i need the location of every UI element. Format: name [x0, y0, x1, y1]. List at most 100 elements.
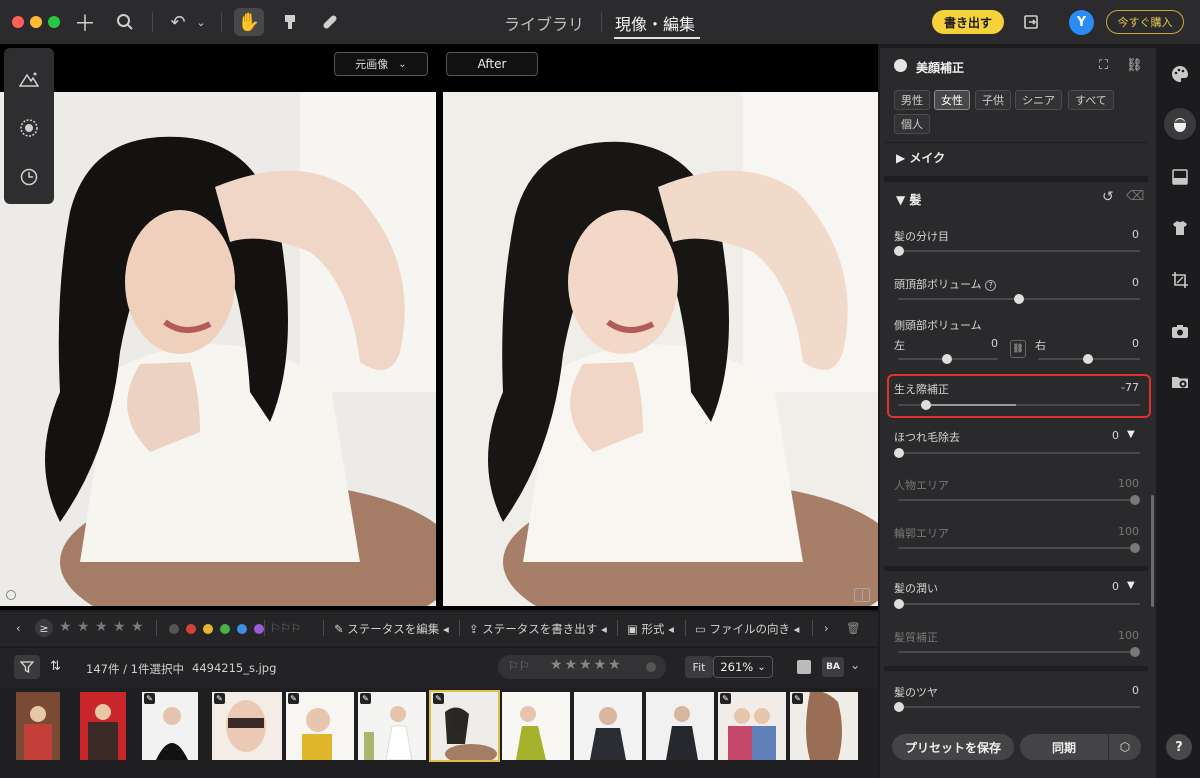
rating-operator[interactable]: ≥	[35, 619, 53, 637]
thumbnail[interactable]: ✎	[142, 692, 198, 760]
crop-icon[interactable]	[1167, 267, 1193, 293]
thumbnail[interactable]: ✎	[718, 692, 786, 760]
side-volume-right-slider[interactable]	[1038, 354, 1140, 364]
color-label-yellow[interactable]	[203, 624, 213, 634]
star-icon[interactable]: ★	[113, 619, 126, 635]
sync-button[interactable]: 同期	[1020, 734, 1108, 760]
window-zoom-button[interactable]	[48, 16, 60, 28]
gender-tab-all[interactable]: すべて	[1068, 90, 1114, 110]
zoom-select[interactable]: 261% ⌄	[713, 656, 773, 678]
thumbnail[interactable]	[646, 692, 714, 760]
slider-knob[interactable]	[921, 400, 931, 410]
export-button[interactable]: 書き出す	[932, 10, 1004, 34]
hairline-slider[interactable]	[898, 400, 1140, 410]
landscape-icon[interactable]	[17, 67, 41, 91]
help-icon[interactable]: ?	[985, 280, 997, 291]
save-preset-button[interactable]: プリセットを保存	[892, 734, 1014, 760]
gender-tab-male[interactable]: 男性	[894, 90, 930, 110]
thumbnail[interactable]	[574, 692, 642, 760]
gender-tab-senior[interactable]: シニア	[1015, 90, 1062, 110]
hair-part-slider[interactable]	[894, 246, 1140, 256]
link-sides-icon[interactable]: ⛓	[1010, 340, 1026, 358]
thumbnail[interactable]: ✎	[358, 692, 426, 760]
caret-down-icon[interactable]: ▼	[1127, 580, 1135, 591]
chevron-down-icon[interactable]: ⌄	[193, 10, 209, 34]
gear-icon[interactable]: ⬡	[1109, 734, 1141, 760]
filter-icon[interactable]	[14, 655, 40, 679]
format-button[interactable]: ▣ 形式 ◂	[627, 621, 674, 637]
star-icon[interactable]: ★	[131, 619, 144, 635]
slider-knob[interactable]	[1083, 354, 1093, 364]
tab-develop[interactable]: 現像・編集	[615, 11, 695, 35]
photo-color-label[interactable]	[646, 662, 656, 672]
slider-knob[interactable]	[1014, 294, 1024, 304]
person-area-slider[interactable]	[898, 495, 1140, 505]
outline-area-slider[interactable]	[898, 543, 1140, 553]
slider-knob[interactable]	[942, 354, 952, 364]
color-label-purple[interactable]	[254, 624, 264, 634]
star-icon[interactable]: ★	[95, 619, 108, 635]
color-label-blue[interactable]	[237, 624, 247, 634]
window-close-button[interactable]	[12, 16, 24, 28]
slider-knob[interactable]	[894, 448, 904, 458]
gender-tab-female[interactable]: 女性	[934, 90, 970, 110]
add-icon[interactable]: ＋	[73, 10, 97, 37]
shine-slider[interactable]	[894, 702, 1140, 712]
color-label-none[interactable]	[169, 624, 179, 634]
history-icon[interactable]	[17, 165, 41, 189]
healing-icon[interactable]	[318, 10, 342, 34]
star-icon[interactable]: ★	[77, 619, 90, 635]
texture-slider[interactable]	[898, 647, 1140, 657]
chevron-down-icon[interactable]: ⌄	[850, 658, 860, 672]
brush-icon[interactable]	[278, 10, 302, 34]
face-detect-icon[interactable]: ⛶	[1099, 58, 1108, 73]
before-after-toggle[interactable]: BA	[822, 657, 844, 677]
panel-scrollbar[interactable]	[1151, 495, 1154, 607]
gender-tab-child[interactable]: 子供	[975, 90, 1011, 110]
thumbnail[interactable]: ✎	[286, 692, 354, 760]
window-minimize-button[interactable]	[30, 16, 42, 28]
flag-icons[interactable]: ⚐⚐	[508, 659, 530, 673]
hair-section-header[interactable]: ▼ 髪	[896, 191, 921, 208]
side-volume-left-slider[interactable]	[898, 354, 998, 364]
chevron-right-icon[interactable]: ›	[824, 621, 829, 635]
flyaway-slider[interactable]	[894, 448, 1140, 458]
sort-icon[interactable]: ⇅	[50, 659, 61, 674]
photo-stars[interactable]: ★★★★★	[550, 657, 623, 673]
moisture-slider[interactable]	[894, 599, 1140, 609]
trash-icon[interactable]: 🗑	[846, 621, 861, 635]
folder-eye-icon[interactable]	[1167, 369, 1193, 395]
sidebar-toggle-icon[interactable]	[1020, 10, 1044, 34]
color-label-green[interactable]	[220, 624, 230, 634]
fit-button[interactable]: Fit	[685, 656, 713, 678]
export-status-button[interactable]: ⇪ ステータスを書き出す ◂	[469, 621, 607, 637]
single-view-icon[interactable]	[797, 660, 811, 674]
info-icon[interactable]	[6, 590, 16, 600]
gender-tab-individual[interactable]: 個人	[894, 114, 930, 134]
star-icon[interactable]: ★	[59, 619, 72, 635]
avatar[interactable]: Y	[1069, 10, 1094, 35]
shirt-icon[interactable]	[1167, 215, 1193, 241]
orientation-button[interactable]: ▭ ファイルの向き ◂	[695, 621, 799, 637]
thumbnail[interactable]	[502, 692, 570, 760]
tab-library[interactable]: ライブラリ	[504, 11, 584, 35]
thumbnail[interactable]: ✎	[212, 692, 282, 760]
before-view-select[interactable]: 元画像 ⌄	[334, 52, 428, 76]
slider-knob[interactable]	[894, 246, 904, 256]
crown-volume-slider[interactable]	[898, 294, 1140, 304]
slider-knob[interactable]	[1130, 495, 1140, 505]
makeup-section-header[interactable]: ▶ メイク	[896, 149, 945, 166]
color-label-red[interactable]	[186, 624, 196, 634]
reset-icon[interactable]: ↺	[1102, 189, 1114, 205]
link-icon[interactable]: ⛓	[1126, 58, 1143, 73]
slider-knob[interactable]	[1130, 543, 1140, 553]
edit-status-button[interactable]: ✎ ステータスを編集 ◂	[334, 621, 449, 637]
thumbnail-selected[interactable]: ✎	[429, 690, 500, 762]
slider-knob[interactable]	[894, 702, 904, 712]
split-view-icon[interactable]	[854, 588, 870, 602]
gradient-icon[interactable]	[1167, 164, 1193, 190]
slider-knob[interactable]	[1130, 647, 1140, 657]
chevron-left-icon[interactable]: ‹	[16, 621, 21, 635]
flag-icons[interactable]: ⚐⚐⚐	[270, 621, 301, 635]
slider-knob[interactable]	[894, 599, 904, 609]
